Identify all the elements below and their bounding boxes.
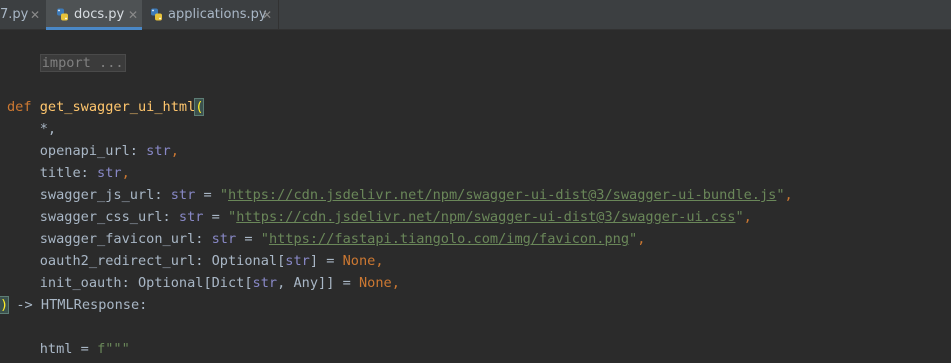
html-var: html [39, 341, 73, 357]
param-name: swagger_css_url [39, 209, 163, 225]
code-line-param[interactable]: oauth2_redirect_url: Optional[str] = Non… [7, 250, 384, 272]
close-icon[interactable]: ✕ [262, 7, 272, 23]
param-name: swagger_favicon_url [39, 231, 196, 247]
param-name: init_oauth [39, 275, 122, 291]
code-line-param[interactable]: swagger_favicon_url: str = "https://fast… [7, 228, 646, 250]
code-line-html[interactable]: html = f""" [7, 338, 130, 360]
return-annotation: -> HTMLResponse: [8, 297, 148, 313]
url-link[interactable]: https://cdn.jsdelivr.net/npm/swagger-ui-… [236, 209, 735, 225]
python-file-icon [151, 8, 162, 21]
code-line-param[interactable]: swagger_css_url: str = "https://cdn.jsde… [7, 206, 752, 228]
url-link[interactable]: https://fastapi.tiangolo.com/img/favicon… [269, 231, 629, 247]
param-type: str [211, 231, 237, 247]
param-type: str [97, 165, 122, 181]
param-type: str [285, 253, 310, 269]
tab-label: applications.py [168, 7, 267, 22]
close-paren: ) [0, 296, 10, 314]
tab-7-py[interactable]: 7.py ✕ [0, 0, 46, 30]
open-paren: ( [194, 98, 205, 116]
close-icon[interactable]: ✕ [30, 7, 40, 23]
close-icon[interactable]: ✕ [128, 7, 138, 23]
param-name: swagger_js_url [39, 187, 155, 203]
code-line-return[interactable]: ) -> HTMLResponse: [0, 294, 147, 316]
default-value: None [358, 275, 392, 291]
tab-docs-py[interactable]: docs.py ✕ [46, 0, 142, 30]
param-type: str [170, 187, 196, 203]
param-type: str [178, 209, 204, 225]
param-name: oauth2_redirect_url [39, 253, 196, 269]
editor-tab-bar: 7.py ✕ docs.py ✕ applications.py ✕ [0, 0, 951, 30]
tab-divider [278, 0, 279, 30]
code-line-param[interactable]: openapi_url: str, [7, 140, 179, 162]
code-line-star[interactable]: *, [7, 118, 56, 140]
tab-label: 7.py [0, 7, 29, 22]
star-arg: *, [39, 121, 57, 137]
code-line-def[interactable]: def get_swagger_ui_html( [7, 96, 205, 118]
default-value: None [342, 253, 376, 269]
code-line-fold[interactable]: import ... [7, 30, 126, 72]
code-editor[interactable]: import ... def get_swagger_ui_html( *, o… [0, 30, 951, 363]
code-line-param[interactable]: swagger_js_url: str = "https://cdn.jsdel… [7, 184, 793, 206]
function-name: get_swagger_ui_html [39, 99, 196, 115]
code-line-param[interactable]: init_oauth: Optional[Dict[str, Any]] = N… [7, 272, 400, 294]
code-line-param[interactable]: title: str, [7, 162, 130, 184]
python-file-icon [57, 8, 68, 21]
keyword-def: def [7, 99, 32, 115]
param-type: str [252, 275, 278, 291]
folded-import[interactable]: import ... [39, 54, 126, 72]
tab-label: docs.py [74, 7, 125, 22]
fstring-start: f""" [97, 341, 130, 357]
param-name: openapi_url [39, 143, 130, 159]
param-name: title [39, 165, 81, 181]
param-type: str [146, 143, 171, 159]
tab-applications-py[interactable]: applications.py ✕ [142, 0, 278, 30]
url-link[interactable]: https://cdn.jsdelivr.net/npm/swagger-ui-… [228, 187, 776, 203]
